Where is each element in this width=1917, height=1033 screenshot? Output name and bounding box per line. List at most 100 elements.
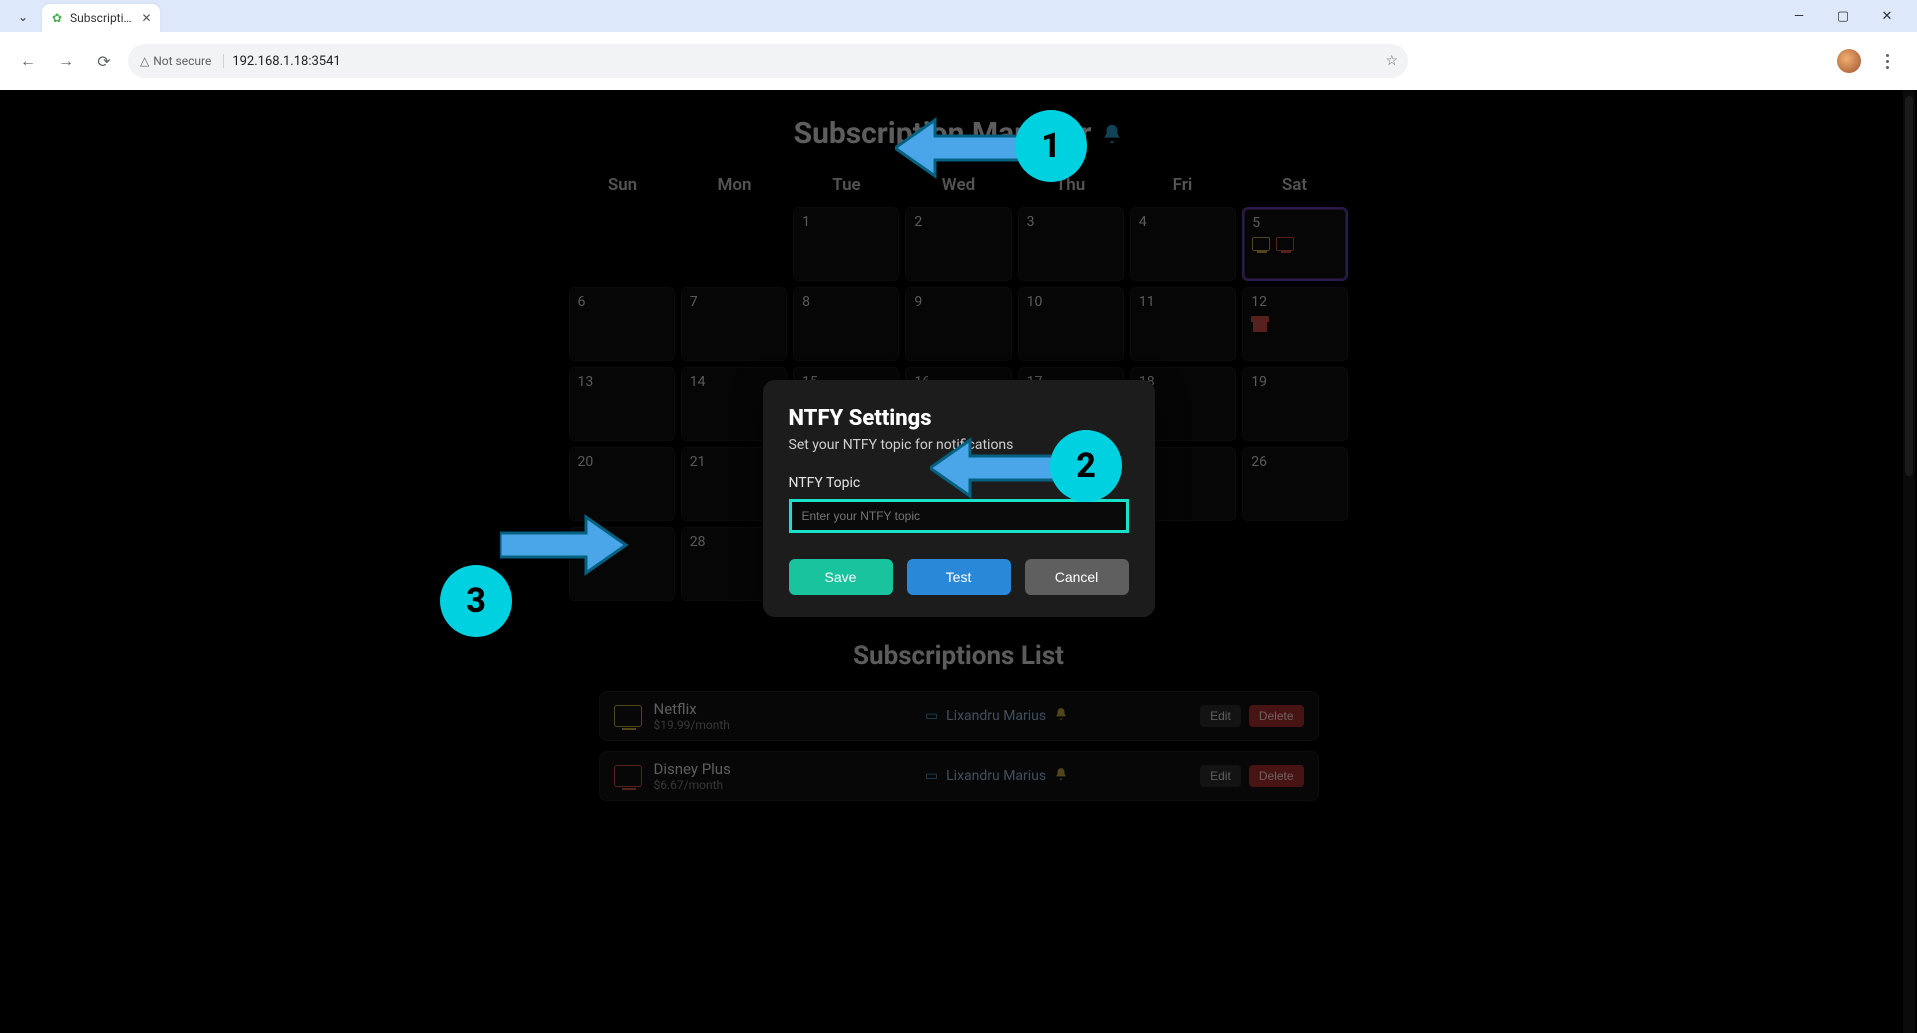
nav-reload-icon[interactable]: ⟳ (90, 47, 118, 75)
notification-bell-icon[interactable] (1101, 123, 1123, 145)
window-controls: — ▢ ✕ (1787, 0, 1909, 32)
calendar-date: 26 (1251, 454, 1267, 470)
calendar-date: 5 (1252, 215, 1260, 231)
calendar-date: 3 (1027, 214, 1035, 230)
calendar-date: 13 (578, 374, 594, 390)
calendar-cell[interactable]: 26 (1242, 447, 1348, 521)
subscription-info: Netflix$19.99/month (654, 700, 730, 732)
delete-button[interactable]: Delete (1249, 705, 1304, 727)
security-label: Not secure (153, 54, 211, 68)
tab-search-chevron[interactable]: ⌄ (12, 6, 34, 28)
subscription-price: $6.67/month (654, 778, 731, 792)
scrollbar-thumb[interactable] (1905, 96, 1913, 476)
calendar-date: 19 (1251, 374, 1267, 390)
annotation-arrow-1 (895, 108, 1035, 188)
calendar-cell (681, 207, 787, 281)
tab-title: Subscripti… (70, 11, 132, 25)
page-root: Subscription Manager Sun Mon Tue Wed Thu… (0, 90, 1917, 1033)
calendar-cell (1242, 527, 1348, 601)
calendar-cell[interactable]: 6 (569, 287, 675, 361)
url-text: 192.168.1.18:3541 (232, 54, 340, 69)
calendar-cell[interactable]: 13 (569, 367, 675, 441)
calendar-date: 28 (690, 534, 706, 550)
test-button[interactable]: Test (907, 559, 1011, 595)
delete-button[interactable]: Delete (1249, 765, 1304, 787)
nav-back-icon[interactable]: ← (14, 47, 42, 75)
bell-icon (1054, 767, 1068, 785)
edit-button[interactable]: Edit (1200, 765, 1241, 787)
calendar-date: 6 (578, 294, 586, 310)
subscription-actions: Edit Delete (1200, 705, 1303, 727)
cal-head-sat: Sat (1241, 171, 1349, 199)
tv-icon (1252, 237, 1270, 251)
tab-favicon: ✿ (50, 11, 64, 25)
cal-head-fri: Fri (1129, 171, 1237, 199)
calendar-date: 7 (690, 294, 698, 310)
browser-chrome: ⌄ ✿ Subscripti… ✕ — ▢ ✕ ← → ⟳ △ Not secu… (0, 0, 1917, 90)
calendar-cell[interactable]: 3 (1018, 207, 1124, 281)
nav-forward-icon[interactable]: → (52, 47, 80, 75)
browser-tab[interactable]: ✿ Subscripti… ✕ (42, 4, 160, 32)
calendar-cell[interactable]: 4 (1130, 207, 1236, 281)
calendar-date: 20 (578, 454, 594, 470)
subscription-icon (614, 705, 642, 727)
cal-head-tue: Tue (793, 171, 901, 199)
calendar-date: 2 (914, 214, 922, 230)
browser-menu-icon[interactable] (1877, 51, 1897, 71)
card-icon: ▭ (925, 708, 938, 724)
window-maximize-icon[interactable]: ▢ (1831, 9, 1855, 24)
subscription-row: Disney Plus$6.67/month ▭Lixandru Marius Ed… (599, 751, 1319, 801)
calendar-date: 4 (1139, 214, 1147, 230)
tab-close-icon[interactable]: ✕ (142, 11, 152, 25)
subscription-actions: Edit Delete (1200, 765, 1303, 787)
calendar-cell[interactable]: 7 (681, 287, 787, 361)
card-icon: ▭ (925, 768, 938, 784)
window-close-icon[interactable]: ✕ (1875, 9, 1899, 24)
calendar-date: 12 (1251, 294, 1267, 310)
calendar-date: 14 (690, 374, 706, 390)
page-scrollbar[interactable] (1903, 90, 1915, 1033)
address-row: ← → ⟳ △ Not secure 192.168.1.18:3541 ☆ (0, 32, 1917, 90)
subscription-price: $19.99/month (654, 718, 730, 732)
calendar-cell-icons (1252, 237, 1294, 251)
tv-icon (1276, 237, 1294, 251)
bell-icon (1054, 707, 1068, 725)
calendar-cell[interactable]: 9 (905, 287, 1011, 361)
annotation-badge-3: 3 (440, 565, 512, 637)
calendar-cell-icons (1251, 316, 1269, 332)
calendar-cell[interactable]: 8 (793, 287, 899, 361)
calendar-cell (569, 207, 675, 281)
calendar-cell[interactable]: 12 (1242, 287, 1348, 361)
owner-name: Lixandru Marius (946, 708, 1046, 724)
profile-avatar[interactable] (1837, 49, 1861, 73)
subscriptions-heading: Subscriptions List (0, 641, 1917, 671)
cal-head-mon: Mon (681, 171, 789, 199)
annotation-arrow-3 (500, 505, 630, 585)
subscription-icon (614, 765, 642, 787)
calendar-cell[interactable]: 2 (905, 207, 1011, 281)
bookmark-star-icon[interactable]: ☆ (1385, 53, 1398, 69)
calendar-date: 10 (1027, 294, 1043, 310)
subscription-name: Disney Plus (654, 760, 731, 778)
calendar-cell[interactable]: 10 (1018, 287, 1124, 361)
annotation-badge-1: 1 (1015, 110, 1087, 182)
window-minimize-icon[interactable]: — (1787, 9, 1811, 24)
subscription-owner: ▭Lixandru Marius (925, 767, 1068, 785)
calendar-date: 1 (802, 214, 810, 230)
save-button[interactable]: Save (789, 559, 893, 595)
cancel-button[interactable]: Cancel (1025, 559, 1129, 595)
calendar-cell[interactable]: 11 (1130, 287, 1236, 361)
tab-strip: ⌄ ✿ Subscripti… ✕ — ▢ ✕ (0, 0, 1917, 32)
security-chip[interactable]: △ Not secure (140, 54, 224, 68)
calendar-cell[interactable]: 5 (1242, 207, 1348, 281)
warning-icon: △ (140, 54, 149, 68)
cal-head-sun: Sun (569, 171, 677, 199)
subscription-owner: ▭ Lixandru Marius (925, 707, 1068, 725)
address-bar[interactable]: △ Not secure 192.168.1.18:3541 ☆ (128, 44, 1408, 78)
calendar-cell[interactable]: 19 (1242, 367, 1348, 441)
store-icon (1251, 316, 1269, 332)
subscription-info: Disney Plus$6.67/month (654, 760, 731, 792)
edit-button[interactable]: Edit (1200, 705, 1241, 727)
subscription-row: Netflix$19.99/month ▭ Lixandru Marius Edit D… (599, 691, 1319, 741)
calendar-cell[interactable]: 1 (793, 207, 899, 281)
